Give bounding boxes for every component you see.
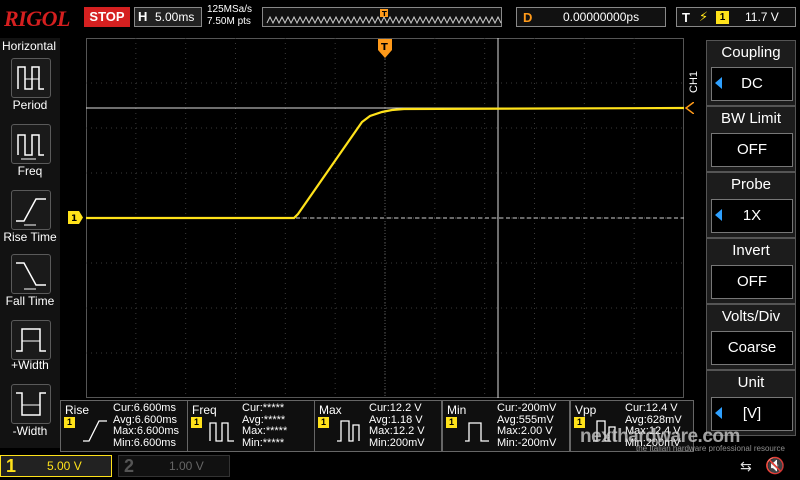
run-stop-indicator[interactable]: STOP [84,7,130,27]
rise-time-icon [16,198,46,226]
ch2-scale: 1.00 V [169,459,204,473]
trigger-position-marker: T [382,10,387,18]
memory-depth: 7.50M pts [207,16,251,27]
trigger-level-marker[interactable] [684,102,694,114]
invert-title: Invert [732,242,770,259]
timebase-label: H [138,9,148,24]
ch1-number: 1 [6,456,17,476]
min-icon [465,422,489,442]
trigger-position-icon[interactable]: T [377,38,393,60]
invert-menu[interactable]: Invert OFF [706,238,796,304]
positive-width-icon [16,328,46,352]
ch2-status[interactable]: 2 1.00 V [118,455,230,477]
waveform-display[interactable] [86,38,684,398]
coupling-menu[interactable]: Coupling DC [706,40,796,106]
measurement-source: 1 [191,417,202,428]
trigger-channel: 1 [716,11,729,24]
waveform-overview-icon: T [266,9,502,25]
measurement-rise[interactable]: Rise 1 Cur:6.600ms Avg:6.600ms Max:6.600… [60,400,188,452]
measurement-source: 1 [64,417,75,428]
fall-time-button[interactable] [11,254,51,294]
probe-selector-icon [715,209,722,221]
measurement-source: 1 [318,417,329,428]
acquisition-info: 125MSa/s 7.50M pts [207,4,252,28]
volts-div-menu[interactable]: Volts/Div Coarse [706,304,796,370]
ch2-number: 2 [124,456,135,476]
volts-div-value[interactable]: Coarse [711,331,793,365]
positive-width-label: +Width [11,358,49,372]
measurement-min[interactable]: Min 1 Cur:-200mV Avg:555mV Max:2.00 V Mi… [442,400,570,452]
negative-width-button[interactable] [11,384,51,424]
rise-time-button[interactable] [11,190,51,230]
bw-limit-title: BW Limit [721,110,781,127]
coupling-value[interactable]: DC [711,67,793,101]
max-icon [337,420,360,442]
measurement-name: Freq [192,403,217,417]
measurement-source: 1 [446,417,457,428]
measurement-name: Rise [65,403,90,417]
left-panel-title: Horizontal [2,39,57,53]
fall-time-icon [16,262,46,290]
freq-icon [17,134,44,160]
trigger-label: T [682,10,690,25]
unit-title: Unit [737,374,765,391]
svg-text:1: 1 [71,214,77,224]
ch1-scale: 5.00 V [47,459,82,473]
unit-selector-icon [715,407,722,419]
positive-width-button[interactable] [11,320,51,360]
ch1-offset-marker[interactable]: 1 [68,211,84,224]
delay-value: 0.00000000ps [563,10,640,24]
freq-button[interactable] [11,124,51,164]
svg-text:T: T [381,42,388,53]
rise-time-label: Rise Time [3,230,57,244]
rigol-logo: RIGOL [4,6,70,31]
measurement-values: Cur:12.2 V Avg:1.18 V Max:12.2 V Min:200… [369,402,425,449]
probe-menu[interactable]: Probe 1X [706,172,796,238]
trigger-level: 11.7 V [745,10,779,24]
measurement-max[interactable]: Max 1 Cur:12.2 V Avg:1.18 V Max:12.2 V M… [314,400,442,452]
timebase-indicator[interactable]: H 5.00ms [134,7,202,27]
trigger-indicator[interactable]: T ⚡ 1 11.7 V [676,7,796,27]
sample-rate: 125MSa/s [207,4,253,15]
delay-indicator[interactable]: D 0.00000000ps [516,7,666,27]
period-label: Period [12,98,48,112]
timebase-value: 5.00ms [155,10,195,24]
measurement-values: Cur:***** Avg:***** Max:***** Min:***** [242,402,288,449]
measurement-freq[interactable]: Freq 1 Cur:***** Avg:***** Max:***** Min… [187,400,315,452]
measurement-values: Cur:-200mV Avg:555mV Max:2.00 V Min:-200… [497,402,557,449]
memory-position-bar[interactable]: T [262,7,502,27]
freq-icon [209,422,234,442]
probe-title: Probe [730,176,772,193]
rise-time-icon [83,420,107,442]
usb-icon: ⇆ [740,458,752,474]
channel-menu-tag: CH1 [688,71,700,94]
speaker-icon[interactable]: 🔇 [765,456,785,476]
bw-limit-value[interactable]: OFF [711,133,793,167]
coupling-title: Coupling [721,44,781,61]
measurement-name: Vpp [575,403,597,417]
rising-edge-icon: ⚡ [699,9,709,24]
coupling-selector-icon [715,77,722,89]
negative-width-label: -Width [12,424,48,438]
measurement-name: Max [319,403,342,417]
measurement-values: Cur:6.600ms Avg:6.600ms Max:6.600ms Min:… [113,402,180,449]
freq-label: Freq [17,164,43,178]
period-button[interactable] [11,58,51,98]
volts-div-title: Volts/Div [721,308,781,325]
delay-label: D [523,10,533,25]
measurement-name: Min [447,403,467,417]
fall-time-label: Fall Time [5,294,55,308]
period-icon [17,66,44,90]
negative-width-icon [16,392,46,416]
probe-value[interactable]: 1X [711,199,793,233]
invert-value[interactable]: OFF [711,265,793,299]
ch1-status[interactable]: 1 5.00 V [0,455,112,477]
bw-limit-menu[interactable]: BW Limit OFF [706,106,796,172]
